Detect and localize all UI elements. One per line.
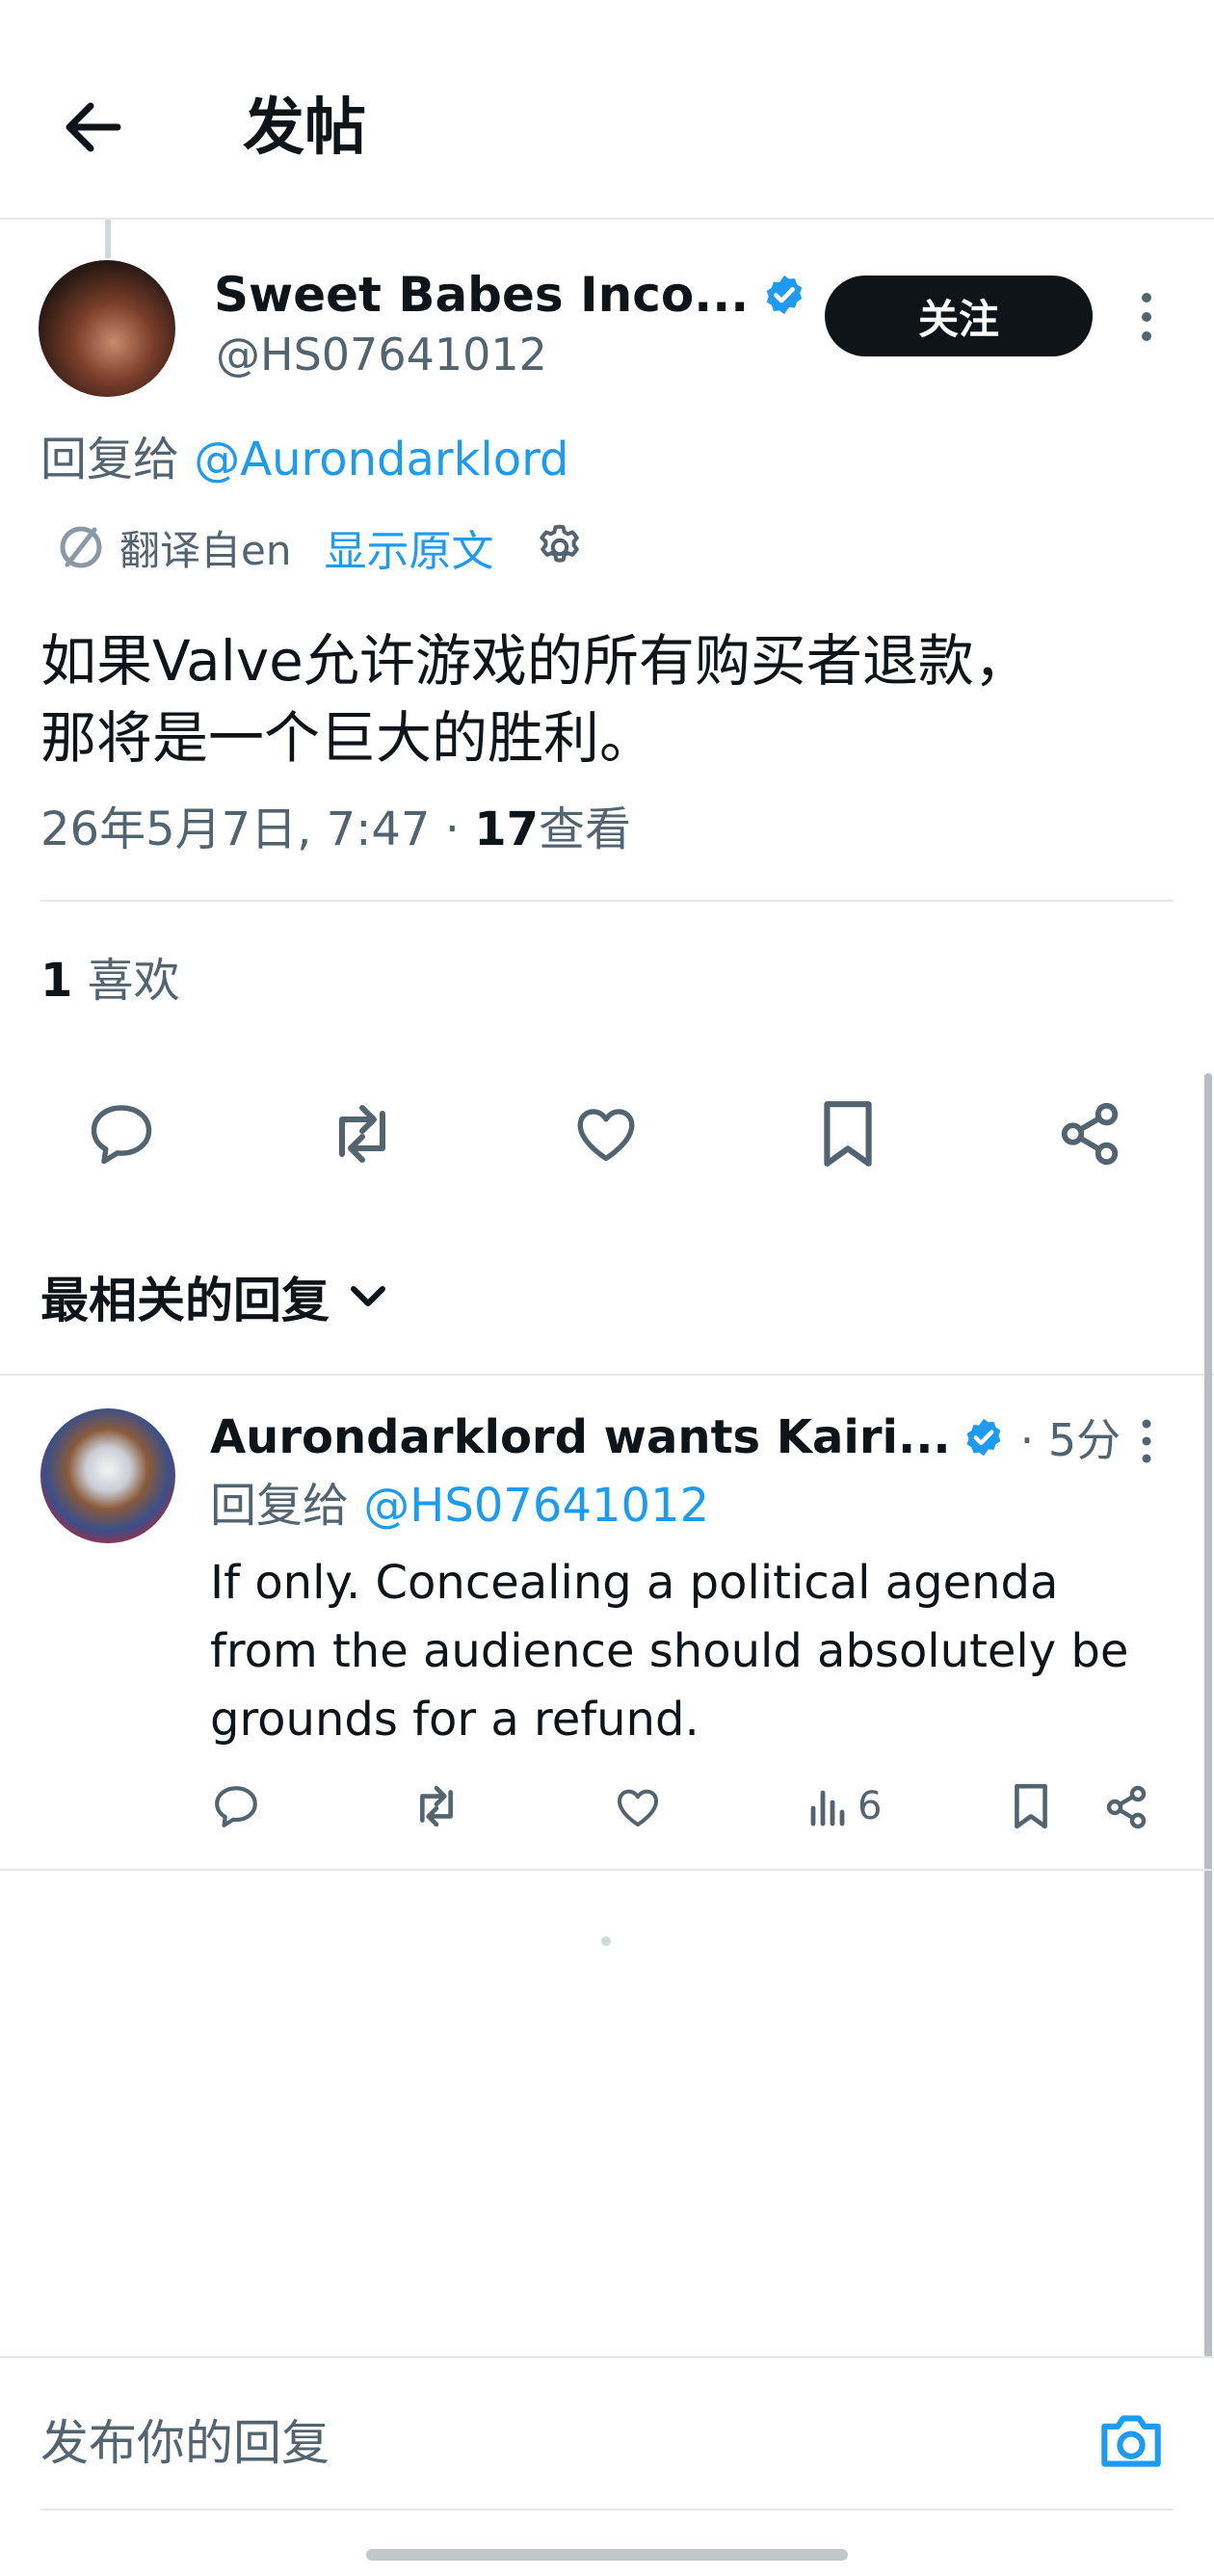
share-button[interactable] bbox=[1058, 1100, 1122, 1168]
back-button[interactable] bbox=[60, 100, 125, 154]
heart-icon bbox=[577, 1109, 635, 1162]
reply-more-options[interactable] bbox=[1135, 1416, 1158, 1466]
translate-icon bbox=[60, 526, 102, 568]
more-vertical-icon bbox=[1142, 1419, 1151, 1463]
share-icon bbox=[1061, 1102, 1119, 1166]
like-label: 喜欢 bbox=[87, 954, 180, 1008]
translated-from-label: 翻译自en bbox=[119, 526, 292, 574]
view-label: 查看 bbox=[539, 802, 632, 856]
avatar[interactable] bbox=[39, 260, 175, 397]
analytics-bar-icon bbox=[810, 1790, 845, 1827]
reply-time: · 5分 bbox=[1019, 1414, 1122, 1466]
reply-icon bbox=[215, 1786, 257, 1827]
reply-views-button[interactable]: 6 bbox=[807, 1784, 882, 1828]
reply-body: If only. Concealing a political agenda f… bbox=[210, 1556, 1129, 1747]
replies-sort-dropdown[interactable]: 最相关的回复 bbox=[40, 1266, 387, 1328]
verified-badge-icon bbox=[767, 275, 803, 315]
reply-view-count: 6 bbox=[858, 1784, 883, 1828]
translation-settings-icon[interactable] bbox=[534, 521, 586, 573]
thread-connector bbox=[105, 220, 111, 258]
bookmark-button[interactable] bbox=[821, 1098, 875, 1170]
translation-row: 翻译自en 显示原文 bbox=[56, 520, 586, 576]
page-title: 发帖 bbox=[243, 92, 366, 164]
composer-top-divider bbox=[0, 2356, 1214, 2358]
author-display-name[interactable]: Sweet Babes Inco... bbox=[214, 267, 749, 323]
reply-divider bbox=[0, 1869, 1214, 1871]
composer-bottom-divider bbox=[40, 2509, 1174, 2510]
more-vertical-icon bbox=[1142, 293, 1151, 341]
reply-to-prefix: 回复给 bbox=[40, 433, 180, 486]
camera-icon bbox=[1101, 2415, 1161, 2467]
reply-avatar[interactable] bbox=[40, 1408, 175, 1543]
reply-reply-to-line: 回复给 @HS07641012 bbox=[210, 1476, 709, 1536]
post-timestamp[interactable]: 26年5月7日, 7:47 · bbox=[40, 802, 474, 856]
bookmark-icon bbox=[1015, 1783, 1047, 1829]
follow-button[interactable]: 关注 bbox=[825, 276, 1093, 356]
reply-repost-button[interactable] bbox=[409, 1784, 464, 1828]
replies-divider bbox=[0, 1374, 1214, 1376]
loading-indicator bbox=[601, 1936, 611, 1946]
chevron-down-icon bbox=[351, 1286, 385, 1306]
author-handle[interactable]: @HS07641012 bbox=[216, 326, 547, 383]
repost-button[interactable] bbox=[324, 1102, 401, 1166]
reply-like-button[interactable] bbox=[613, 1786, 663, 1828]
bookmark-icon bbox=[824, 1101, 872, 1167]
like-button[interactable] bbox=[572, 1104, 640, 1164]
reply-composer-input[interactable]: 发布你的回复 bbox=[40, 2412, 330, 2474]
like-count: 1 bbox=[40, 954, 73, 1008]
scrollbar[interactable] bbox=[1204, 1073, 1212, 2358]
heart-icon bbox=[618, 1789, 658, 1827]
reply-button[interactable] bbox=[87, 1102, 156, 1166]
meta-divider bbox=[40, 900, 1174, 902]
repost-icon bbox=[420, 1785, 453, 1827]
share-icon bbox=[1106, 1785, 1147, 1829]
reply-to-link[interactable]: @HS07641012 bbox=[363, 1479, 709, 1533]
view-count: 17 bbox=[474, 802, 540, 856]
show-original-link[interactable]: 显示原文 bbox=[324, 516, 493, 578]
author-name-row: Sweet Babes Inco... bbox=[214, 264, 806, 326]
reply-icon bbox=[91, 1105, 152, 1165]
likes-summary[interactable]: 1 喜欢 bbox=[40, 952, 180, 1010]
reply-to-prefix: 回复给 bbox=[210, 1479, 350, 1533]
arrow-left-icon bbox=[66, 102, 121, 152]
home-indicator[interactable] bbox=[366, 2549, 848, 2561]
more-options-button[interactable] bbox=[1135, 289, 1158, 345]
header-divider bbox=[0, 218, 1214, 220]
reply-reply-button[interactable] bbox=[212, 1784, 260, 1828]
post-meta-row: 26年5月7日, 7:47 · 17查看 bbox=[40, 800, 631, 859]
reply-author-name[interactable]: Aurondarklord wants Kairi... bbox=[210, 1410, 951, 1464]
reply-to-line: 回复给 @Aurondarklord bbox=[40, 430, 568, 489]
reply-to-link[interactable]: @Aurondarklord bbox=[194, 433, 568, 486]
replies-sort-label: 最相关的回复 bbox=[40, 1273, 330, 1328]
repost-icon bbox=[339, 1105, 385, 1163]
reply-header-row: Aurondarklord wants Kairi... · 5分 bbox=[210, 1406, 1121, 1468]
verified-badge-icon bbox=[966, 1418, 1001, 1457]
camera-button[interactable] bbox=[1096, 2410, 1166, 2472]
reply-share-button[interactable] bbox=[1104, 1784, 1148, 1830]
reply-bookmark-button[interactable] bbox=[1012, 1782, 1050, 1830]
post-body: 如果Valve允许游戏的所有购买者退款， 那将是一个巨大的胜利。 bbox=[40, 628, 1030, 771]
